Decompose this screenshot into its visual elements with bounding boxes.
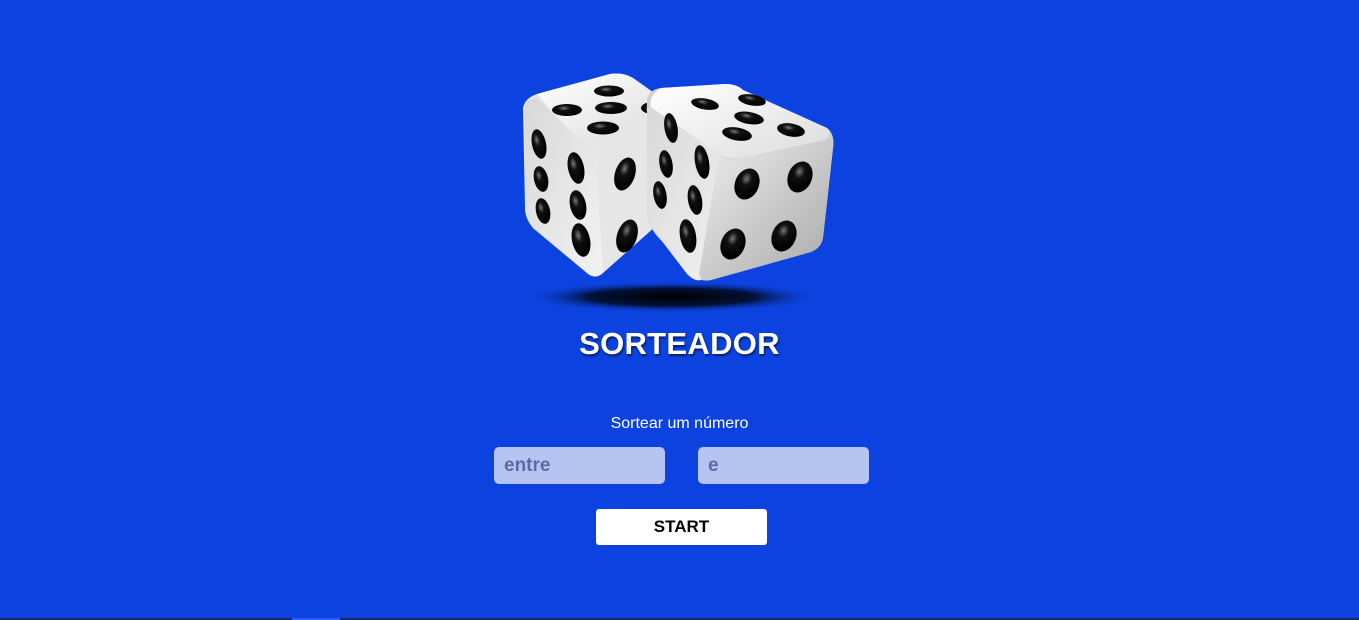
- dice-icon: [515, 68, 835, 318]
- max-number-input[interactable]: [698, 447, 869, 484]
- start-button[interactable]: START: [596, 509, 767, 545]
- min-number-input[interactable]: [494, 447, 665, 484]
- draw-instruction-label: Sortear um número: [610, 415, 749, 432]
- page-title: SORTEADOR: [579, 326, 780, 361]
